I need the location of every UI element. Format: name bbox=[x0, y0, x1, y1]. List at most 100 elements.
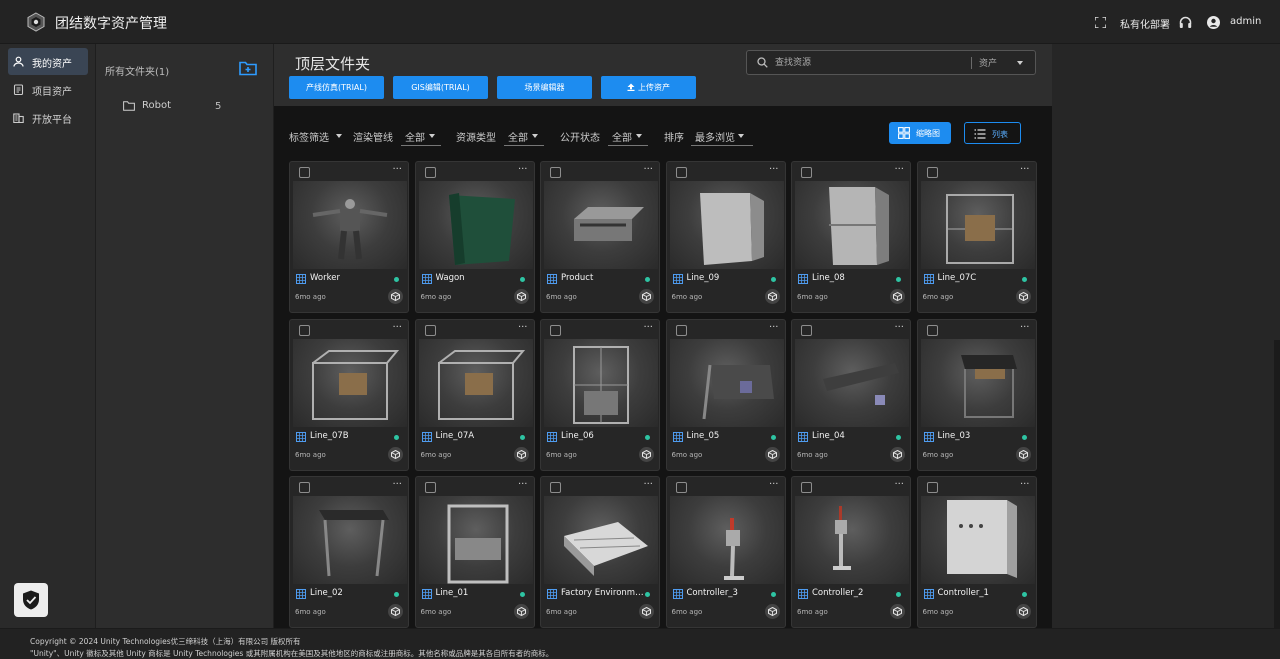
unity-logo-icon[interactable] bbox=[513, 446, 529, 462]
unity-logo-icon[interactable] bbox=[639, 604, 654, 619]
unity-logo-icon[interactable] bbox=[890, 604, 905, 619]
unity-logo-icon[interactable] bbox=[388, 604, 403, 619]
nav-item-open-platform[interactable]: 开放平台 bbox=[8, 104, 88, 131]
asset-card[interactable]: ··· Line_07C 6mo ago bbox=[916, 161, 1037, 313]
select-checkbox[interactable] bbox=[424, 324, 436, 336]
select-checkbox[interactable] bbox=[550, 482, 561, 493]
asset-card[interactable]: ··· Line_08 6mo ago bbox=[791, 161, 911, 313]
unity-logo-icon[interactable] bbox=[764, 289, 780, 304]
asset-card[interactable]: ··· Line_02 6mo ago bbox=[289, 476, 409, 628]
line-sim-button[interactable]: 产线仿真(TRIAL) bbox=[289, 76, 384, 99]
asset-thumbnail[interactable] bbox=[920, 181, 1035, 269]
asset-thumbnail[interactable] bbox=[669, 496, 784, 584]
asset-card[interactable]: ··· Wagon 6mo ago bbox=[414, 161, 535, 313]
asset-thumbnail[interactable] bbox=[544, 181, 658, 269]
visibility-select[interactable]: 全部 bbox=[608, 126, 648, 146]
search-scope-select[interactable]: 资产 bbox=[979, 56, 997, 69]
unity-logo-icon[interactable] bbox=[890, 446, 905, 462]
asset-thumbnail[interactable] bbox=[920, 338, 1035, 427]
asset-thumbnail[interactable] bbox=[418, 496, 533, 584]
asset-thumbnail[interactable] bbox=[293, 181, 407, 269]
more-options-icon[interactable]: ··· bbox=[769, 164, 779, 175]
more-options-icon[interactable]: ··· bbox=[1020, 322, 1030, 333]
asset-card[interactable]: ··· Line_03 6mo ago bbox=[916, 318, 1037, 471]
unity-logo-icon[interactable] bbox=[513, 604, 529, 619]
unity-logo-icon[interactable] bbox=[890, 289, 905, 304]
select-checkbox[interactable] bbox=[550, 324, 561, 336]
asset-thumbnail[interactable] bbox=[669, 181, 784, 269]
select-checkbox[interactable] bbox=[926, 167, 938, 178]
asset-thumbnail[interactable] bbox=[293, 338, 407, 427]
nav-item-my-assets[interactable]: 我的资产 bbox=[8, 48, 88, 75]
unity-logo-icon[interactable] bbox=[1015, 604, 1031, 619]
select-checkbox[interactable] bbox=[675, 482, 687, 493]
more-options-icon[interactable]: ··· bbox=[643, 322, 653, 333]
select-checkbox[interactable] bbox=[926, 324, 938, 336]
user-name[interactable]: admin bbox=[1230, 16, 1261, 27]
asset-thumbnail[interactable] bbox=[293, 496, 407, 584]
asset-card[interactable]: ··· Line_05 6mo ago bbox=[665, 318, 786, 471]
list-view-button[interactable]: 列表 bbox=[964, 122, 1021, 144]
unity-logo-icon[interactable] bbox=[639, 446, 654, 462]
chevron-down-icon[interactable] bbox=[336, 134, 342, 138]
more-options-icon[interactable]: ··· bbox=[1020, 164, 1030, 175]
asset-card[interactable]: ··· Line_06 6mo ago bbox=[540, 318, 660, 471]
asset-thumbnail[interactable] bbox=[795, 496, 909, 584]
unity-logo-icon[interactable] bbox=[513, 289, 529, 304]
asset-thumbnail[interactable] bbox=[920, 496, 1035, 584]
asset-card[interactable]: ··· Line_04 6mo ago bbox=[791, 318, 911, 471]
folder-item-robot[interactable]: Robot bbox=[123, 100, 223, 114]
user-avatar-icon[interactable] bbox=[1207, 16, 1220, 29]
asset-thumbnail[interactable] bbox=[544, 338, 658, 427]
asset-card[interactable]: ··· Worker 6mo ago bbox=[289, 161, 409, 313]
unity-logo-icon[interactable] bbox=[1015, 289, 1031, 304]
unity-logo-icon[interactable] bbox=[764, 604, 780, 619]
asset-card[interactable]: ··· Line_01 6mo ago bbox=[414, 476, 535, 628]
asset-thumbnail[interactable] bbox=[544, 496, 658, 584]
more-options-icon[interactable]: ··· bbox=[894, 479, 904, 490]
more-options-icon[interactable]: ··· bbox=[518, 479, 528, 490]
select-checkbox[interactable] bbox=[801, 324, 812, 336]
add-folder-icon[interactable] bbox=[239, 60, 257, 76]
headset-icon[interactable] bbox=[1179, 16, 1192, 29]
more-options-icon[interactable]: ··· bbox=[518, 322, 528, 333]
select-checkbox[interactable] bbox=[299, 324, 310, 336]
more-options-icon[interactable]: ··· bbox=[643, 479, 653, 490]
asset-card[interactable]: ··· Controller_1 6mo ago bbox=[916, 476, 1037, 628]
more-options-icon[interactable]: ··· bbox=[392, 322, 402, 333]
asset-thumbnail[interactable] bbox=[795, 181, 909, 269]
select-checkbox[interactable] bbox=[926, 482, 938, 493]
more-options-icon[interactable]: ··· bbox=[518, 164, 528, 175]
unity-logo-icon[interactable] bbox=[1015, 446, 1031, 462]
unity-logo-icon[interactable] bbox=[388, 446, 403, 462]
select-checkbox[interactable] bbox=[675, 167, 687, 178]
select-checkbox[interactable] bbox=[299, 482, 310, 493]
select-checkbox[interactable] bbox=[550, 167, 561, 178]
more-options-icon[interactable]: ··· bbox=[894, 164, 904, 175]
unity-logo-icon[interactable] bbox=[764, 446, 780, 462]
page-scrollbar[interactable] bbox=[1274, 340, 1280, 628]
select-checkbox[interactable] bbox=[801, 167, 812, 178]
asset-thumbnail[interactable] bbox=[418, 338, 533, 427]
asset-card[interactable]: ··· Factory Environment 6mo ago bbox=[540, 476, 660, 628]
security-badge[interactable] bbox=[14, 583, 48, 617]
fullscreen-icon[interactable] bbox=[1095, 17, 1106, 28]
asset-card[interactable]: ··· Line_07B 6mo ago bbox=[289, 318, 409, 471]
more-options-icon[interactable]: ··· bbox=[769, 322, 779, 333]
more-options-icon[interactable]: ··· bbox=[392, 164, 402, 175]
scene-editor-button[interactable]: 场景编辑器 bbox=[497, 76, 592, 99]
gis-edit-button[interactable]: GIS编辑(TRIAL) bbox=[393, 76, 488, 99]
asset-card[interactable]: ··· Line_07A 6mo ago bbox=[414, 318, 535, 471]
select-checkbox[interactable] bbox=[424, 482, 436, 493]
tag-filter-dropdown[interactable]: 标签筛选 bbox=[289, 129, 329, 144]
pipeline-select[interactable]: 全部 bbox=[401, 126, 441, 146]
asset-card[interactable]: ··· Controller_2 6mo ago bbox=[791, 476, 911, 628]
more-options-icon[interactable]: ··· bbox=[392, 479, 402, 490]
sort-select[interactable]: 最多浏览 bbox=[691, 126, 753, 146]
more-options-icon[interactable]: ··· bbox=[769, 479, 779, 490]
grid-view-button[interactable]: 缩略图 bbox=[889, 122, 951, 144]
upload-asset-button[interactable]: 上传资产 bbox=[601, 76, 696, 99]
asset-thumbnail[interactable] bbox=[669, 338, 784, 427]
asset-card[interactable]: ··· Product 6mo ago bbox=[540, 161, 660, 313]
more-options-icon[interactable]: ··· bbox=[1020, 479, 1030, 490]
